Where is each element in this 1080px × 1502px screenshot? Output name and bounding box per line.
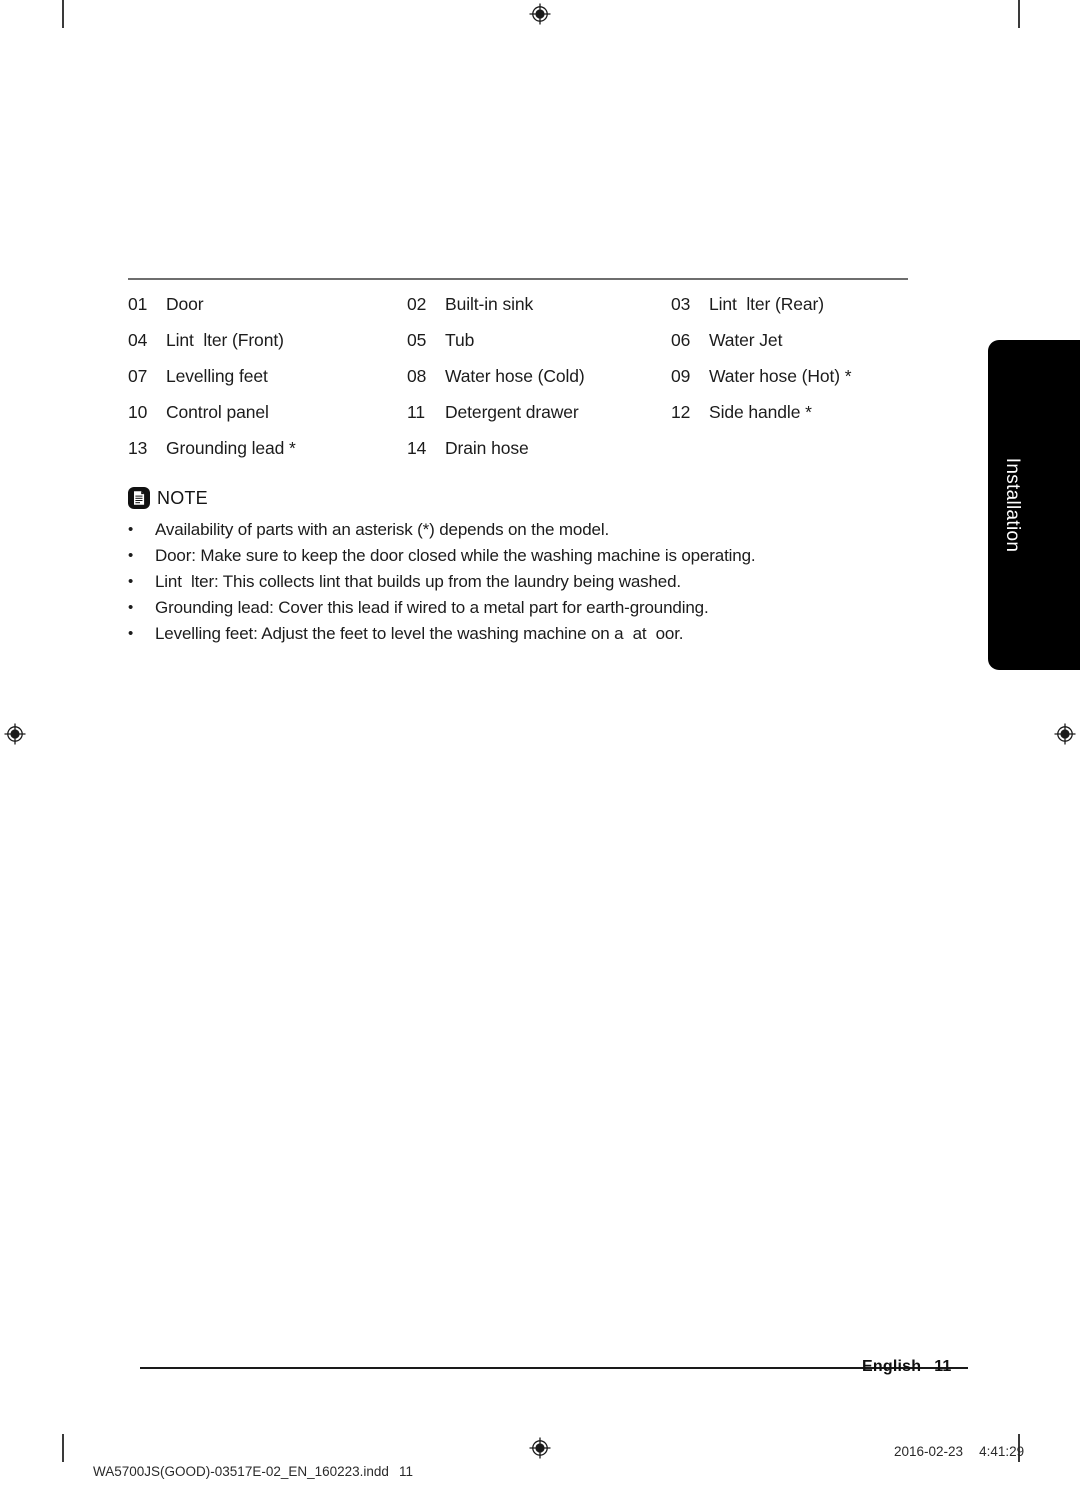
page-number: 11	[934, 1358, 952, 1375]
part-label: Levelling feet	[166, 366, 268, 386]
print-page-number: 11	[398, 1464, 413, 1479]
note-item-text: Levelling feet: Adjust the feet to level…	[155, 624, 684, 643]
part-number: 05	[407, 330, 427, 350]
part-label: Lint lter (Rear)	[709, 294, 824, 314]
part-item-04: 04 Lint lter (Front)	[128, 328, 407, 352]
footer-language-label: English	[862, 1358, 922, 1375]
part-number: 04	[128, 330, 148, 350]
parts-list: 01 Door 02 Built-in sink 03 Lint lter (R…	[128, 292, 918, 472]
crop-mark-bottom-left	[62, 1434, 64, 1462]
part-item-10: 10 Control panel	[128, 400, 407, 424]
note-list-item: • Door: Make sure to keep the door close…	[128, 543, 928, 569]
note-list-item: • Lint lter: This collects lint that bui…	[128, 569, 928, 595]
part-number: 10	[128, 402, 148, 422]
note-block: NOTE • Availability of parts with an ast…	[128, 484, 928, 647]
part-number: 06	[671, 330, 691, 350]
manual-page: 01 Door 02 Built-in sink 03 Lint lter (R…	[0, 0, 1080, 1479]
chapter-tab-installation: Installation	[988, 340, 1080, 670]
part-item-08: 08 Water hose (Cold)	[407, 364, 671, 388]
print-time: 4:41:29	[979, 1444, 1025, 1459]
part-number: 01	[128, 294, 148, 314]
registration-mark-left-icon	[4, 723, 26, 745]
print-footer-filename-group: WA5700JS(GOOD)-03517E-02_EN_160223.indd 1…	[78, 1442, 413, 1502]
part-label: Side handle *	[709, 402, 812, 422]
part-item-06: 06 Water Jet	[671, 328, 911, 352]
note-item-text: Door: Make sure to keep the door closed …	[155, 546, 756, 565]
bullet-icon: •	[128, 599, 134, 616]
bullet-icon: •	[128, 573, 134, 590]
parts-row: 04 Lint lter (Front) 05 Tub 06 Water Jet	[128, 328, 918, 364]
parts-row: 10 Control panel 11 Detergent drawer 12 …	[128, 400, 918, 436]
part-number: 12	[671, 402, 691, 422]
part-number: 09	[671, 366, 691, 386]
parts-row: 07 Levelling feet 08 Water hose (Cold) 0…	[128, 364, 918, 400]
registration-mark-right-icon	[1054, 723, 1076, 745]
footer-page-indicator: English 11	[862, 1356, 952, 1378]
part-item-07: 07 Levelling feet	[128, 364, 407, 388]
bullet-icon: •	[128, 625, 134, 642]
bullet-icon: •	[128, 521, 134, 538]
note-list-item: • Availability of parts with an asterisk…	[128, 517, 928, 543]
part-label: Grounding lead *	[166, 438, 296, 458]
part-item-02: 02 Built-in sink	[407, 292, 671, 316]
part-label: Water hose (Cold)	[445, 366, 585, 386]
part-label: Detergent drawer	[445, 402, 579, 422]
print-date: 2016-02-23	[894, 1444, 964, 1459]
part-label: Built-in sink	[445, 294, 534, 314]
part-number: 02	[407, 294, 427, 314]
note-item-text: Lint lter: This collects lint that build…	[155, 572, 681, 591]
part-label: Door	[166, 294, 204, 314]
part-label: Water hose (Hot) *	[709, 366, 852, 386]
part-number: 11	[407, 402, 425, 422]
document-note-icon	[128, 487, 150, 509]
note-header: NOTE	[128, 484, 928, 512]
part-number: 14	[407, 438, 427, 458]
crop-mark-top-right	[1018, 0, 1020, 28]
part-item-09: 09 Water hose (Hot) *	[671, 364, 911, 388]
print-filename: WA5700JS(GOOD)-03517E-02_EN_160223.indd	[93, 1464, 389, 1479]
note-item-text: Availability of parts with an asterisk (…	[155, 520, 610, 539]
footer-divider	[140, 1367, 968, 1370]
part-item-05: 05 Tub	[407, 328, 671, 352]
note-item-list: • Availability of parts with an asterisk…	[128, 517, 928, 647]
registration-mark-bottom-icon	[529, 1437, 551, 1459]
part-number: 07	[128, 366, 148, 386]
section-divider	[128, 278, 908, 280]
parts-row: 01 Door 02 Built-in sink 03 Lint lter (R…	[128, 292, 918, 328]
part-label: Control panel	[166, 402, 269, 422]
note-list-item: • Grounding lead: Cover this lead if wir…	[128, 595, 928, 621]
part-label: Lint lter (Front)	[166, 330, 284, 350]
note-title: NOTE	[157, 488, 208, 508]
part-number: 13	[128, 438, 148, 458]
parts-row: 13 Grounding lead * 14 Drain hose	[128, 436, 918, 472]
chapter-tab-label: Installation	[1002, 457, 1024, 553]
part-item-03: 03 Lint lter (Rear)	[671, 292, 911, 316]
part-label: Water Jet	[709, 330, 783, 350]
part-item-11: 11 Detergent drawer	[407, 400, 671, 424]
note-list-item: • Levelling feet: Adjust the feet to lev…	[128, 621, 928, 647]
part-item-12: 12 Side handle *	[671, 400, 911, 424]
registration-mark-top-icon	[529, 3, 551, 25]
part-number: 03	[671, 294, 691, 314]
part-item-14: 14 Drain hose	[407, 436, 671, 460]
part-item-01: 01 Door	[128, 292, 407, 316]
bullet-icon: •	[128, 547, 134, 564]
part-label: Drain hose	[445, 438, 529, 458]
print-footer-timestamp-group: 2016-02-23 4:41:29	[894, 1442, 1024, 1462]
part-label: Tub	[445, 330, 475, 350]
part-number: 08	[407, 366, 427, 386]
note-item-text: Grounding lead: Cover this lead if wired…	[155, 598, 709, 617]
part-item-13: 13 Grounding lead *	[128, 436, 407, 460]
crop-mark-top-left	[62, 0, 64, 28]
